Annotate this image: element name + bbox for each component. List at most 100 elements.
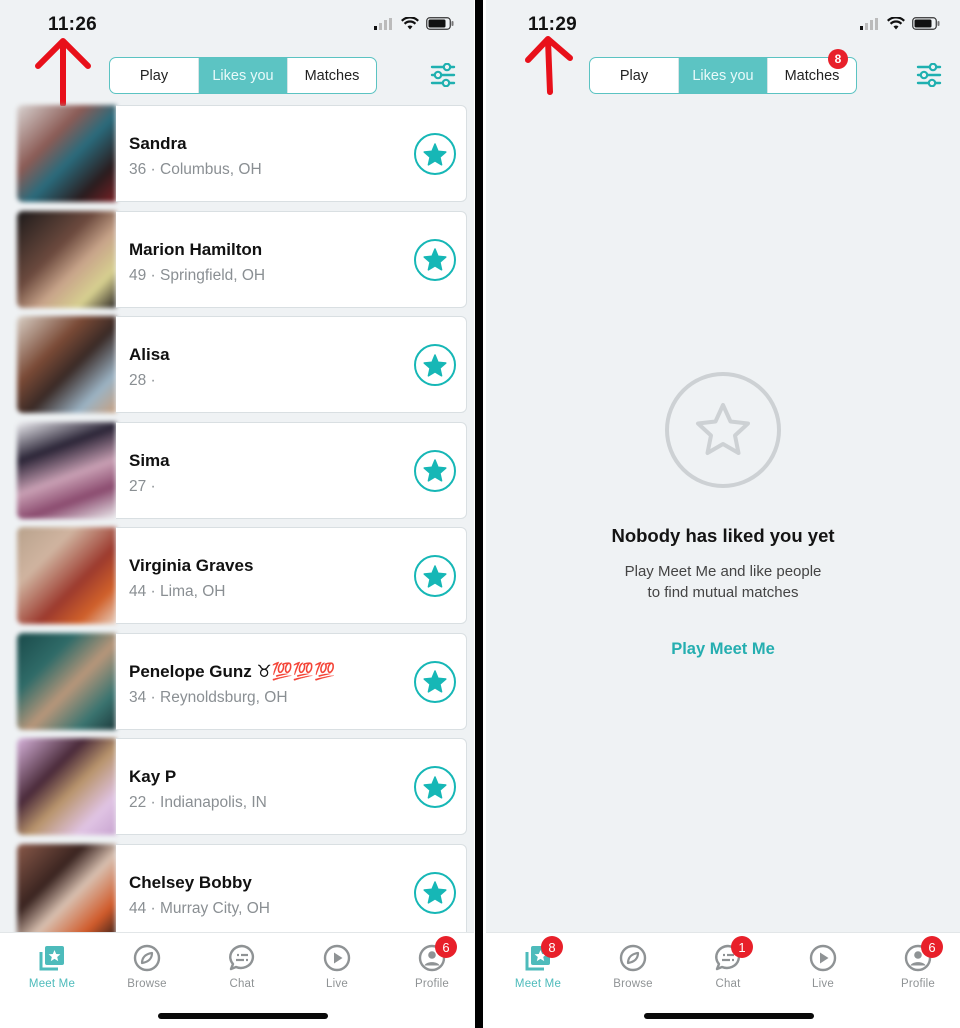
person-name: Virginia Graves — [129, 556, 254, 575]
like-card[interactable]: Sima 27 · — [17, 421, 467, 519]
card-body: Virginia Graves 44 · Lima, OH — [116, 527, 467, 624]
tab-matches[interactable]: Matches 8 — [768, 49, 856, 93]
card-body: Alisa 28 · — [116, 316, 467, 413]
star-icon — [423, 775, 447, 799]
profile-photo[interactable] — [17, 210, 116, 308]
compass-icon — [132, 943, 162, 973]
nav-live[interactable]: Live — [297, 943, 377, 990]
tab-label: Likes you — [692, 67, 754, 84]
description-line: to find mutual matches — [647, 584, 799, 601]
nav-browse[interactable]: Browse — [593, 943, 673, 990]
like-card[interactable]: Kay P 22 · Indianapolis, IN — [17, 738, 467, 835]
nav-meet-me[interactable]: 8 Meet Me — [498, 936, 578, 990]
chat-icon: 1 — [713, 936, 753, 973]
signal-icon — [374, 17, 392, 30]
person-details: 28 · — [129, 372, 156, 389]
person-name: Sandra — [129, 134, 187, 153]
matches-badge: 8 — [828, 49, 848, 69]
like-card[interactable]: Chelsey Bobby 44 · Murray City, OH — [17, 843, 467, 941]
like-back-button[interactable] — [414, 344, 456, 386]
segmented-tabs: Play Likes you Matches 8 — [589, 49, 857, 94]
battery-icon — [912, 17, 940, 30]
profile-photo[interactable] — [17, 316, 116, 413]
like-back-button[interactable] — [414, 133, 456, 175]
person-name: Marion Hamilton — [129, 239, 263, 259]
like-back-button[interactable] — [414, 555, 456, 597]
person-details: 34 · Reynoldsburg, OH — [129, 688, 288, 706]
nav-live[interactable]: Live — [783, 943, 863, 990]
tab-likes-you[interactable]: Likes you — [199, 58, 288, 93]
sliders-icon[interactable] — [430, 63, 456, 87]
tab-matches[interactable]: Matches — [288, 58, 376, 93]
sliders-icon[interactable] — [916, 63, 942, 87]
tab-play[interactable]: Play — [110, 58, 199, 93]
nav-profile[interactable]: 6 Profile — [878, 936, 958, 990]
person-details: 44 · Murray City, OH — [129, 899, 270, 917]
nav-label: Chat — [715, 978, 741, 990]
profile-photo[interactable] — [17, 105, 116, 202]
status-time: 11:26 — [48, 14, 98, 35]
star-icon — [423, 353, 447, 377]
status-icons — [374, 17, 454, 30]
nav-label: Chat — [229, 978, 255, 990]
play-icon — [322, 943, 352, 973]
card-body: Sima 27 · — [116, 421, 467, 519]
nav-profile[interactable]: 6 Profile — [392, 936, 472, 990]
profile-photo[interactable] — [17, 843, 116, 941]
profile-photo[interactable] — [17, 421, 116, 519]
play-meet-me-link[interactable]: Play Meet Me — [671, 640, 775, 659]
tab-likes-you[interactable]: Likes you — [679, 58, 768, 93]
tab-label: Play — [619, 67, 649, 84]
empty-title: Nobody has liked you yet — [611, 525, 835, 546]
like-back-button[interactable] — [414, 871, 456, 914]
nav-label: Profile — [415, 978, 449, 990]
like-card[interactable]: Sandra 36 · Columbus, OH — [17, 105, 467, 202]
like-card[interactable]: Marion Hamilton 49 · Springfield, OH — [17, 210, 467, 308]
home-indicator — [644, 1013, 814, 1019]
tab-label: Likes you — [212, 67, 274, 84]
star-icon — [423, 564, 447, 588]
home-indicator — [158, 1013, 328, 1019]
screen-likes-list: 11:26 Play Likes you Matches Sandra 36 · … — [0, 0, 474, 1028]
compass-icon — [618, 943, 648, 973]
chat-icon — [227, 943, 257, 973]
nav-badge: 6 — [435, 936, 457, 958]
person-name: Penelope Gunz ♉💯💯💯 — [129, 661, 336, 681]
profile-photo[interactable] — [17, 632, 116, 730]
person-details: 27 · — [129, 477, 156, 495]
card-body: Sandra 36 · Columbus, OH — [116, 105, 467, 202]
person-details: 36 · Columbus, OH — [129, 161, 262, 178]
like-card[interactable]: Penelope Gunz ♉💯💯💯 34 · Reynoldsburg, OH — [17, 632, 467, 730]
like-card[interactable]: Virginia Graves 44 · Lima, OH — [17, 527, 467, 624]
card-body: Chelsey Bobby 44 · Murray City, OH — [116, 843, 467, 941]
profile-icon: 6 — [903, 936, 943, 973]
nav-meet-me[interactable]: Meet Me — [12, 943, 92, 990]
like-back-button[interactable] — [414, 238, 456, 281]
profile-photo[interactable] — [17, 527, 116, 624]
tab-label: Matches — [304, 67, 360, 84]
annotation-arrow — [35, 38, 91, 106]
person-details: 49 · Springfield, OH — [129, 266, 266, 284]
like-back-button[interactable] — [414, 660, 456, 703]
nav-label: Live — [326, 978, 348, 990]
card-body: Penelope Gunz ♉💯💯💯 34 · Reynoldsburg, OH — [116, 632, 467, 730]
meet-me-icon — [37, 943, 67, 973]
person-name: Kay P — [129, 767, 177, 786]
nav-chat[interactable]: 1 Chat — [688, 936, 768, 990]
nav-chat[interactable]: Chat — [202, 943, 282, 990]
nav-label: Meet Me — [514, 978, 562, 990]
person-details: 44 · Lima, OH — [129, 583, 226, 600]
nav-browse[interactable]: Browse — [107, 943, 187, 990]
like-back-button[interactable] — [414, 766, 456, 808]
battery-icon — [426, 17, 454, 30]
nav-badge: 8 — [541, 936, 563, 958]
person-details: 22 · Indianapolis, IN — [129, 794, 267, 811]
star-icon — [423, 881, 447, 904]
card-body: Marion Hamilton 49 · Springfield, OH — [116, 210, 467, 308]
person-name: Sima — [129, 450, 170, 470]
segmented-tabs: Play Likes you Matches — [109, 57, 377, 94]
like-back-button[interactable] — [414, 449, 456, 492]
like-card[interactable]: Alisa 28 · — [17, 316, 467, 413]
tab-play[interactable]: Play — [590, 58, 679, 93]
profile-photo[interactable] — [17, 738, 116, 835]
